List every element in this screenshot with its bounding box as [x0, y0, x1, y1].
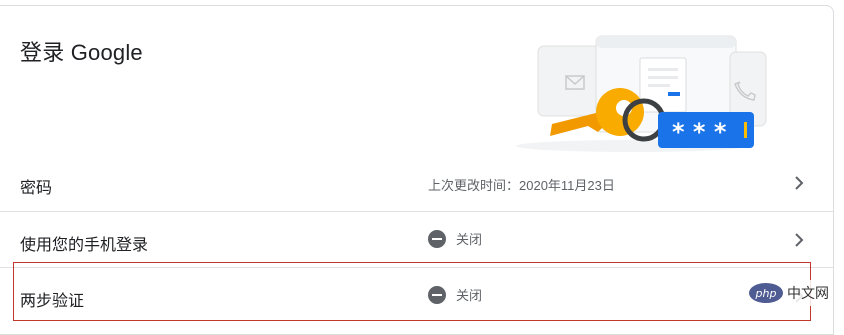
row-label: 两步验证: [20, 293, 85, 310]
row-value: 关闭: [428, 229, 482, 248]
chevron-right-icon: [795, 233, 804, 247]
status-text: 关闭: [456, 288, 483, 303]
last-changed-text: 上次更改时间：2020年11月23日: [428, 178, 615, 193]
password-row[interactable]: 密码 上次更改时间：2020年11月23日: [0, 155, 834, 211]
row-label: 密码: [20, 180, 53, 197]
watermark-logo: php: [749, 283, 783, 303]
security-illustration: * * *: [516, 35, 767, 152]
svg-text:* * *: * * *: [672, 118, 727, 146]
phone-signin-row[interactable]: 使用您的手机登录 关闭: [0, 211, 834, 268]
minus-circle-icon: [428, 229, 446, 248]
watermark-text: 中文网: [787, 285, 829, 301]
row-value: 关闭: [428, 285, 482, 304]
row-value: 上次更改时间：2020年11月23日: [428, 175, 615, 194]
signin-google-card: 登录 Google * * * 密码 上次更改时间：2020年11月23日 使用…: [0, 5, 834, 335]
card-title: 登录 Google: [20, 40, 143, 65]
status-text: 关闭: [456, 232, 483, 247]
php-cn-watermark: php 中文网: [747, 280, 833, 306]
minus-circle-icon: [428, 285, 446, 304]
two-step-verification-row[interactable]: 两步验证 关闭: [0, 267, 834, 324]
row-label: 使用您的手机登录: [20, 237, 149, 254]
chevron-right-icon: [795, 176, 804, 190]
